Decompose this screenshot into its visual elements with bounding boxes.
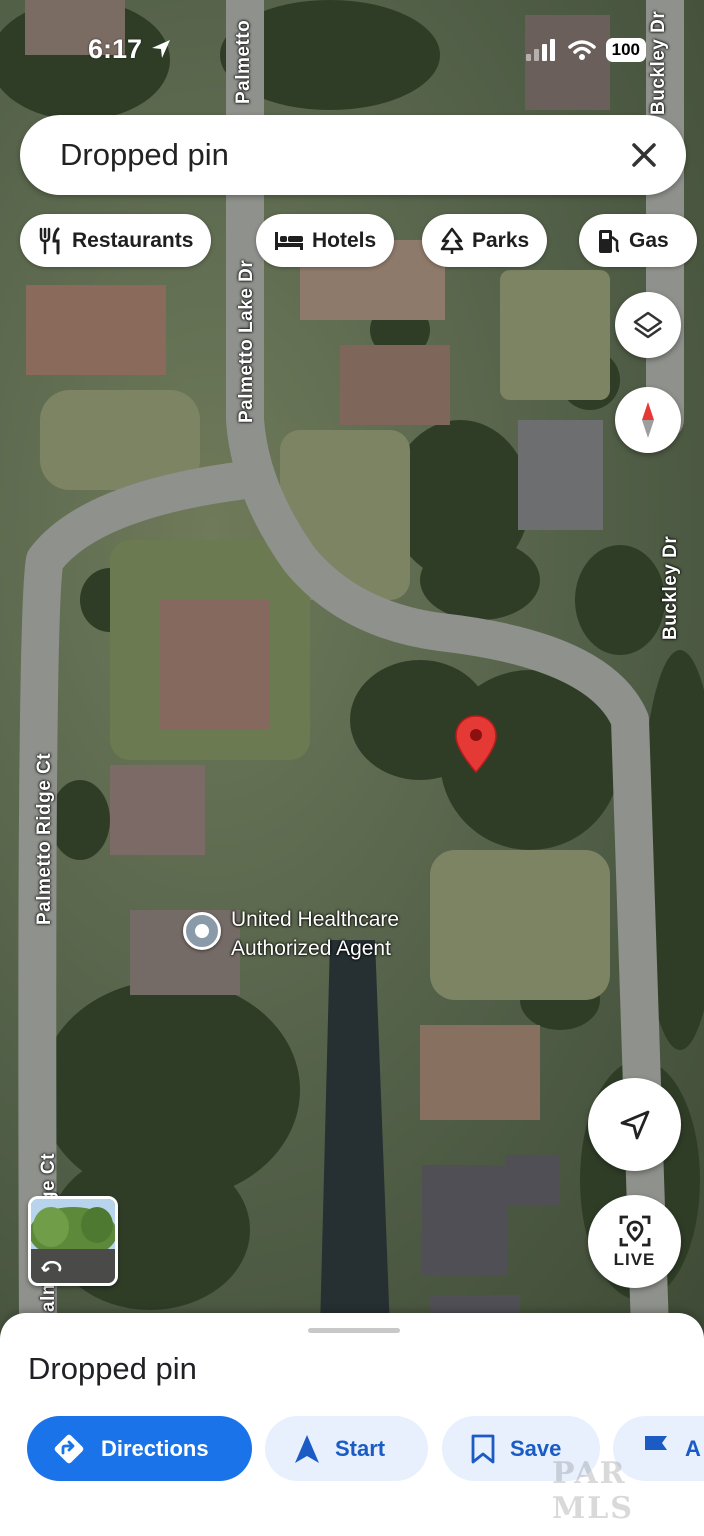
street-label-palmetto-lake: Palmetto Lake Dr: [236, 259, 257, 423]
mls-watermark: PAR MLS: [552, 1456, 634, 1526]
chip-hotels[interactable]: Hotels: [256, 214, 395, 267]
chip-label: Gas: [629, 228, 669, 252]
live-label: LIVE: [613, 1249, 656, 1269]
battery-indicator: 100: [605, 38, 646, 62]
poi-marker-icon[interactable]: [183, 912, 221, 950]
poi-label[interactable]: United Healthcare Authorized Agent: [231, 905, 399, 963]
live-view-icon: [619, 1215, 650, 1246]
cellular-signal-icon: [525, 39, 555, 61]
chip-gas[interactable]: Gas: [579, 214, 697, 267]
status-time-text: 6:17: [88, 34, 143, 64]
location-arrow-icon: [151, 40, 170, 58]
chip-label: Parks: [472, 228, 530, 252]
directions-button[interactable]: Directions: [27, 1416, 252, 1481]
fork-knife-icon: [39, 227, 60, 254]
directions-label: Directions: [101, 1435, 209, 1461]
place-title: Dropped pin: [28, 1351, 197, 1386]
search-bar[interactable]: Dropped pin: [20, 115, 686, 195]
place-sheet[interactable]: Dropped pin Directions Start Save A PAR …: [0, 1313, 704, 1536]
tree-icon: [440, 227, 464, 254]
bookmark-icon: [471, 1434, 495, 1463]
street-label-buckley: Buckley Dr: [660, 535, 681, 640]
start-button[interactable]: Start: [265, 1416, 428, 1481]
my-location-button[interactable]: [588, 1078, 681, 1171]
layers-icon: [633, 311, 663, 339]
street-view-image: [31, 1199, 115, 1283]
layers-button[interactable]: [615, 292, 681, 358]
street-label-buckley-top: Buckley Dr: [648, 10, 669, 115]
canal: [320, 940, 390, 1330]
directions-icon: [54, 1434, 84, 1463]
poi-label-line1: United Healthcare: [231, 908, 400, 931]
street-view-thumbnail[interactable]: [28, 1196, 118, 1286]
status-icons: 100: [525, 38, 646, 62]
start-label: Start: [335, 1435, 386, 1461]
gas-pump-icon: [599, 229, 620, 253]
chip-restaurants[interactable]: Restaurants: [20, 214, 212, 267]
chip-parks[interactable]: Parks: [422, 214, 548, 267]
drag-handle[interactable]: [308, 1328, 400, 1333]
search-input[interactable]: Dropped pin: [60, 137, 229, 173]
compass-button[interactable]: [615, 387, 681, 453]
navigation-arrow-icon: [620, 1110, 649, 1139]
close-icon[interactable]: [624, 135, 664, 175]
dropped-pin-icon[interactable]: [454, 714, 498, 774]
street-label-palmetto-ridge: Palmetto Ridge Ct: [34, 752, 55, 925]
live-view-button[interactable]: LIVE: [588, 1195, 681, 1288]
street-label-palmetto: Palmetto: [233, 19, 254, 104]
chip-label: Hotels: [312, 228, 377, 252]
poi-label-line2: Authorized Agent: [231, 937, 391, 960]
bed-icon: [275, 231, 303, 250]
chip-label: Restaurants: [72, 228, 194, 252]
status-time: 6:17: [88, 34, 172, 65]
wifi-icon: [567, 40, 596, 60]
navigation-start-icon: [295, 1434, 319, 1463]
compass-icon: [642, 402, 654, 438]
